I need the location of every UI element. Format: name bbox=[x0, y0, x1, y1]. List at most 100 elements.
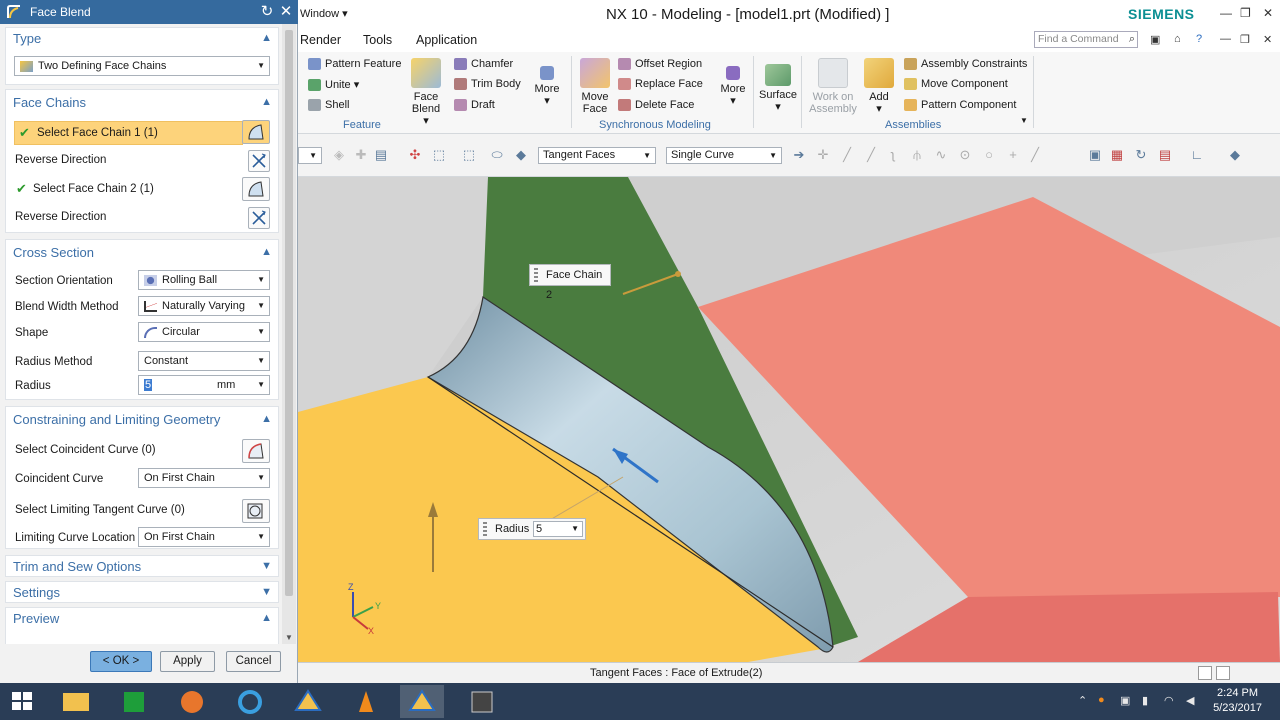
face-blend-button[interactable]: Face Blend ▾ bbox=[408, 58, 444, 127]
assemblies-overflow-icon[interactable]: ▼ bbox=[1020, 116, 1028, 125]
chevron-up-icon[interactable]: ▲ bbox=[261, 413, 272, 425]
select-limiting-tangent-curve[interactable]: Select Limiting Tangent Curve (0) bbox=[15, 504, 185, 516]
chevron-down-icon[interactable]: ▼ bbox=[261, 586, 272, 598]
offset-region-button[interactable]: Offset Region bbox=[618, 58, 702, 71]
nx-button[interactable] bbox=[286, 685, 330, 718]
settings-header[interactable]: Settings bbox=[13, 585, 60, 600]
chevron-up-icon[interactable]: ▲ bbox=[261, 612, 272, 624]
unite-button[interactable]: Unite ▾ bbox=[308, 78, 359, 92]
dialog-scrollbar[interactable]: ▼ bbox=[282, 24, 296, 644]
window-menu[interactable]: Window ▾ bbox=[300, 7, 348, 20]
constraining-header[interactable]: Constraining and Limiting Geometry bbox=[13, 412, 220, 427]
ie-button[interactable] bbox=[228, 685, 272, 718]
selection-filter-icon[interactable]: ▤ bbox=[374, 148, 388, 162]
point-icon[interactable]: ✛ bbox=[816, 148, 830, 162]
home-icon[interactable]: ⌂ bbox=[1174, 33, 1181, 45]
taskbar-clock[interactable]: 2:24 PM 5/23/2017 bbox=[1213, 686, 1262, 716]
coincident-curve-select[interactable]: On First Chain ▼ bbox=[138, 468, 270, 488]
move-component-button[interactable]: Move Component bbox=[904, 78, 1008, 91]
filter-icon[interactable]: ◈ bbox=[332, 148, 346, 162]
shell-button[interactable]: Shell bbox=[308, 99, 349, 112]
graphics-window[interactable]: Z Y X Face Chain 2 Radius 5 ▼ bbox=[298, 177, 1280, 662]
face-chain-1-selector[interactable] bbox=[242, 120, 270, 144]
body-icon[interactable]: ⬭ bbox=[490, 148, 504, 162]
close-icon[interactable]: ✕ bbox=[1263, 6, 1273, 20]
tab-tools[interactable]: Tools bbox=[363, 33, 392, 47]
tray-power-icon[interactable]: ▮ bbox=[1142, 694, 1148, 707]
select-coincident-curve[interactable]: Select Coincident Curve (0) bbox=[15, 444, 156, 456]
settings-group[interactable]: Settings ▼ bbox=[5, 581, 279, 603]
face-chain-handle[interactable] bbox=[675, 271, 681, 277]
tray-app-icon[interactable]: ● bbox=[1098, 694, 1105, 706]
type-filter-select[interactable]: ▼ bbox=[298, 147, 322, 164]
apply-button[interactable]: Apply bbox=[160, 651, 215, 672]
type-select[interactable]: Two Defining Face Chains ▼ bbox=[14, 56, 270, 76]
chevron-up-icon[interactable]: ▲ bbox=[261, 246, 272, 258]
store-button[interactable] bbox=[112, 685, 156, 718]
angle-icon[interactable]: ∿ bbox=[934, 148, 948, 162]
pattern-component-button[interactable]: Pattern Component bbox=[904, 99, 1016, 112]
intersect-icon[interactable]: ⫛ bbox=[910, 148, 924, 162]
chevron-up-icon[interactable]: ▲ bbox=[261, 32, 272, 44]
status-fullscreen-icon[interactable] bbox=[1216, 666, 1230, 680]
face-chain-2-selector[interactable] bbox=[242, 177, 270, 201]
refresh-view-icon[interactable]: ↻ bbox=[1134, 148, 1148, 162]
chevron-down-icon[interactable]: ▼ bbox=[261, 560, 272, 572]
minimize-icon[interactable]: — bbox=[1220, 33, 1231, 45]
cross-section-header[interactable]: Cross Section bbox=[13, 245, 94, 260]
window-icon[interactable]: ▣ bbox=[1150, 33, 1160, 46]
reverse-direction-1-button[interactable] bbox=[248, 150, 270, 172]
draft-button[interactable]: Draft bbox=[454, 99, 495, 112]
center-icon[interactable]: ⊙ bbox=[958, 148, 972, 162]
render-icon[interactable]: ▦ bbox=[1110, 148, 1124, 162]
shading-icon[interactable]: ◆ bbox=[1228, 148, 1242, 162]
scrollbar-thumb[interactable] bbox=[285, 30, 293, 596]
tangent-icon[interactable]: ╱ bbox=[864, 148, 878, 162]
firefox-button[interactable] bbox=[170, 685, 214, 718]
restore-icon[interactable]: ❐ bbox=[1240, 33, 1250, 46]
coincident-curve-selector[interactable] bbox=[242, 439, 270, 463]
move-face-button[interactable]: Move Face bbox=[578, 58, 612, 115]
face-rule-select[interactable]: Tangent Faces ▼ bbox=[538, 147, 656, 164]
start-button[interactable] bbox=[0, 685, 44, 718]
help-icon[interactable]: ? bbox=[1196, 33, 1202, 45]
radius-method-select[interactable]: Constant ▼ bbox=[138, 351, 270, 371]
chamfer-button[interactable]: Chamfer bbox=[454, 58, 513, 71]
restore-icon[interactable]: ❐ bbox=[1240, 6, 1251, 20]
tab-render[interactable]: Render bbox=[300, 33, 341, 47]
reverse-direction-2-button[interactable] bbox=[248, 207, 270, 229]
slash-icon[interactable]: ╱ bbox=[1028, 148, 1042, 162]
assembly-constraints-button[interactable]: Assembly Constraints bbox=[904, 58, 1027, 71]
trim-sew-group[interactable]: Trim and Sew Options ▼ bbox=[5, 555, 279, 577]
blend-width-method-select[interactable]: Naturally Varying ▼ bbox=[138, 296, 270, 316]
curve-icon[interactable]: ʅ bbox=[886, 148, 900, 162]
cancel-button[interactable]: Cancel bbox=[226, 651, 281, 672]
film-app-button[interactable] bbox=[460, 685, 504, 718]
file-explorer-button[interactable] bbox=[54, 685, 98, 718]
section-orientation-select[interactable]: Rolling Ball ▼ bbox=[138, 270, 270, 290]
select-icon[interactable]: ✚ bbox=[354, 148, 368, 162]
scroll-down-icon[interactable]: ▼ bbox=[282, 633, 296, 642]
ok-button[interactable]: < OK > bbox=[90, 651, 152, 672]
layers-icon[interactable]: ▤ bbox=[1158, 148, 1172, 162]
close-icon[interactable]: ✕ bbox=[277, 3, 295, 21]
face-chain-2-label[interactable]: Face Chain 2 bbox=[529, 264, 611, 301]
wcs-icon[interactable]: ∟ bbox=[1190, 148, 1204, 162]
surface-button[interactable]: Surface ▾ bbox=[758, 64, 798, 113]
dialog-title-bar[interactable]: Face Blend ↻ ✕ bbox=[0, 0, 298, 24]
line-icon[interactable]: ╱ bbox=[840, 148, 854, 162]
select-face-chain-2[interactable]: Select Face Chain 2 (1) bbox=[33, 183, 154, 195]
cube-icon[interactable]: ◆ bbox=[514, 148, 528, 162]
minimize-icon[interactable]: — bbox=[1220, 6, 1232, 20]
select-face-chain-1[interactable]: ✔ Select Face Chain 1 (1) bbox=[14, 121, 243, 145]
close-icon[interactable]: ✕ bbox=[1263, 33, 1272, 46]
box-select-icon[interactable]: ⬚ bbox=[462, 148, 476, 162]
vlc-button[interactable] bbox=[344, 685, 388, 718]
add-component-button[interactable]: Add ▾ bbox=[864, 58, 894, 115]
reset-icon[interactable]: ↻ bbox=[258, 3, 276, 21]
arrow-right-icon[interactable]: ➔ bbox=[792, 148, 806, 162]
status-view-icon[interactable] bbox=[1198, 666, 1212, 680]
scope-icon[interactable]: ⬚ bbox=[432, 148, 446, 162]
radius-onscreen-field[interactable]: 5 ▼ bbox=[533, 521, 583, 537]
snap-icon[interactable]: ✣ bbox=[408, 148, 422, 162]
